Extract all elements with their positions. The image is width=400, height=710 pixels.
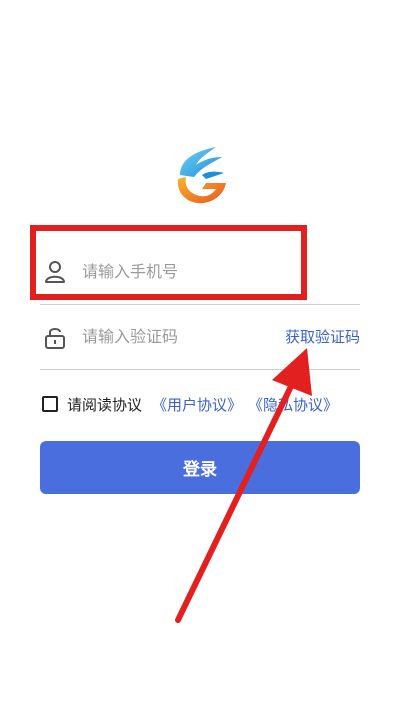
user-icon bbox=[45, 261, 65, 283]
get-code-button[interactable]: 获取验证码 bbox=[285, 326, 360, 347]
phone-field bbox=[40, 240, 360, 305]
verification-code-field: 获取验证码 bbox=[40, 305, 360, 370]
login-screen: 获取验证码 请阅读协议 《用户协议》 《隐私协议》 登录 bbox=[0, 0, 400, 710]
login-button[interactable]: 登录 bbox=[40, 441, 360, 494]
agreement-label: 请阅读协议 bbox=[67, 395, 143, 414]
lock-icon bbox=[45, 328, 65, 349]
agreement-checkbox[interactable] bbox=[42, 396, 58, 412]
brand-logo-icon bbox=[177, 147, 226, 204]
phone-input[interactable] bbox=[82, 256, 282, 286]
privacy-agreement-link[interactable]: 《隐私协议》 bbox=[248, 394, 338, 415]
user-agreement-link[interactable]: 《用户协议》 bbox=[152, 394, 242, 415]
agreement-row: 请阅读协议 《用户协议》 《隐私协议》 bbox=[42, 392, 344, 416]
verification-code-input[interactable] bbox=[82, 321, 282, 351]
